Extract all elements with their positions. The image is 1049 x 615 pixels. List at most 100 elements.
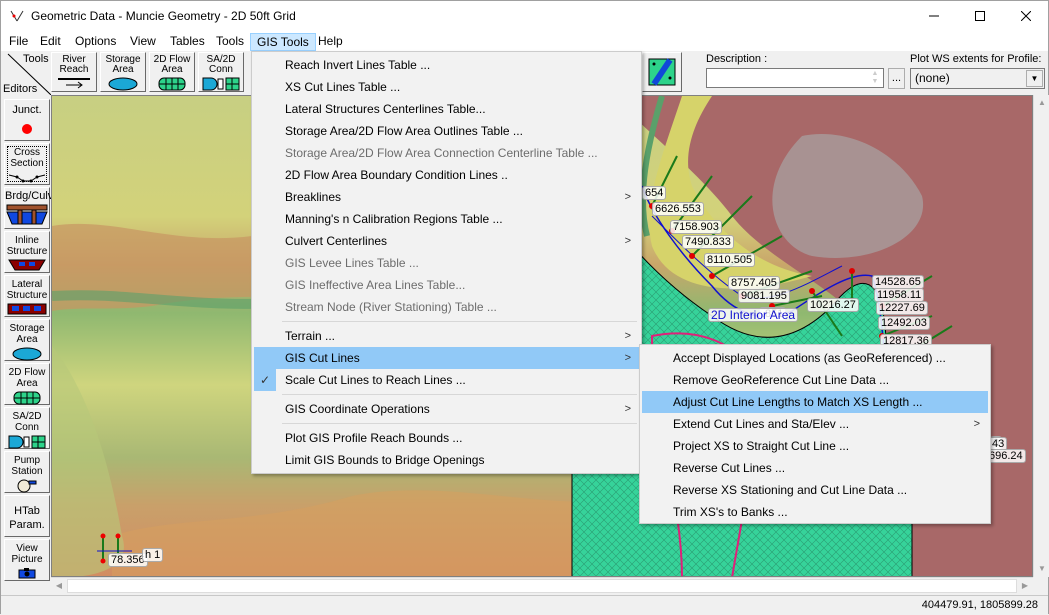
description-spinner[interactable]: ▲ ▼ <box>869 70 881 86</box>
menu-item-storage-area-outlines[interactable]: Storage Area/2D Flow Area Outlines Table… <box>254 120 639 142</box>
button-label: SA/2D <box>12 411 42 422</box>
menu-gis-tools[interactable]: GIS Tools <box>250 33 316 51</box>
submenu-item-trim-xs[interactable]: Trim XS's to Banks ... <box>642 501 988 523</box>
close-icon <box>1021 11 1031 21</box>
plot-ws-value: (none) <box>915 71 950 85</box>
menu-item-label: Scale Cut Lines to Reach Lines ... <box>285 373 466 387</box>
scroll-thumb[interactable] <box>67 579 1017 593</box>
reach-label: h 1 <box>142 548 164 562</box>
xs-point <box>100 533 106 539</box>
river-reach-button[interactable]: River Reach <box>51 52 97 92</box>
menu-item-2d-bc-lines[interactable]: 2D Flow Area Boundary Condition Lines .. <box>254 164 639 186</box>
menu-item-gis-coordinate-ops[interactable]: GIS Coordinate Operations > <box>254 398 639 420</box>
menu-item-label: GIS Levee Lines Table ... <box>285 256 419 270</box>
button-label: Structure <box>6 290 48 301</box>
submenu-item-extend-cut-lines[interactable]: Extend Cut Lines and Sta/Elev ... > <box>642 413 988 435</box>
sa-2d-conn-button[interactable]: SA/2D Conn <box>4 407 50 449</box>
submenu-item-accept-locations[interactable]: Accept Displayed Locations (as GeoRefere… <box>642 347 988 369</box>
menu-item-xs-cut-lines-table[interactable]: XS Cut Lines Table ... <box>254 76 639 98</box>
2d-flow-area-icon <box>13 391 41 405</box>
minimize-button[interactable] <box>911 1 957 31</box>
xs-label: 654 <box>642 186 667 200</box>
menu-item-label: Plot GIS Profile Reach Bounds ... <box>285 431 463 445</box>
button-label: Area <box>112 64 134 75</box>
submenu-arrow-icon: > <box>624 403 631 415</box>
description-input[interactable]: ▲ ▼ <box>706 68 884 88</box>
button-label: Picture <box>11 554 43 565</box>
menu-view[interactable]: View <box>124 33 162 51</box>
menu-item-reach-invert-lines[interactable]: Reach Invert Lines Table ... <box>254 54 639 76</box>
menu-item-sa-connection-centerline: Storage Area/2D Flow Area Connection Cen… <box>254 142 639 164</box>
xs-label: 8110.505 <box>704 253 756 267</box>
menu-options[interactable]: Options <box>69 33 122 51</box>
submenu-item-project-xs[interactable]: Project XS to Straight Cut Line ... <box>642 435 988 457</box>
scroll-down-icon[interactable]: ▼ <box>1034 561 1049 577</box>
htab-param-button[interactable]: HTab Param. <box>4 495 50 537</box>
junction-icon <box>22 124 32 134</box>
menu-item-scale-cut-lines[interactable]: ✓ Scale Cut Lines to Reach Lines ... <box>254 369 639 391</box>
inline-structure-icon <box>8 259 46 271</box>
sa-2d-conn-icon <box>8 435 46 449</box>
menu-tools[interactable]: Tools <box>210 33 250 51</box>
sa-2d-conn-tool-button[interactable]: SA/2D Conn <box>198 52 244 92</box>
menu-item-culvert-centerlines[interactable]: Culvert Centerlines > <box>254 230 639 252</box>
menu-tables[interactable]: Tables <box>164 33 211 51</box>
inline-structure-button[interactable]: Inline Structure <box>4 231 50 273</box>
horizontal-scrollbar[interactable]: ◀ ▶ <box>51 577 1033 594</box>
2d-flow-area-button[interactable]: 2D Flow Area <box>4 363 50 405</box>
storage-area-tool-button[interactable]: Storage Area <box>100 52 146 92</box>
2d-flow-area-tool-button[interactable]: 2D Flow Area <box>149 52 195 92</box>
close-button[interactable] <box>1003 1 1049 31</box>
menu-file[interactable]: File <box>3 33 34 51</box>
submenu-item-reverse-xs-stationing[interactable]: Reverse XS Stationing and Cut Line Data … <box>642 479 988 501</box>
menu-item-label: Reverse Cut Lines ... <box>673 461 786 475</box>
submenu-item-reverse-cut-lines[interactable]: Reverse Cut Lines ... <box>642 457 988 479</box>
submenu-item-adjust-cut-line-lengths[interactable]: Adjust Cut Line Lengths to Match XS Leng… <box>642 391 988 413</box>
gis-tools-menu: Reach Invert Lines Table ... XS Cut Line… <box>251 51 642 474</box>
scroll-up-icon[interactable]: ▲ <box>1034 95 1049 111</box>
coordinate-readout: 404479.91, 1805899.28 <box>921 599 1038 611</box>
vertical-scrollbar[interactable]: ▲ ▼ <box>1033 95 1049 577</box>
submenu-item-remove-georeference[interactable]: Remove GeoReference Cut Line Data ... <box>642 369 988 391</box>
xs-point <box>100 558 106 564</box>
lateral-structure-button[interactable]: Lateral Structure <box>4 275 50 317</box>
scroll-right-icon[interactable]: ▶ <box>1017 578 1033 594</box>
menu-item-label: GIS Ineffective Area Lines Table... <box>285 278 466 292</box>
menu-item-mannings-calibration[interactable]: Manning's n Calibration Regions Table ..… <box>254 208 639 230</box>
button-label: Brdg/Culv <box>5 190 54 202</box>
maximize-button[interactable] <box>957 1 1003 31</box>
menu-item-label: Culvert Centerlines <box>285 234 388 248</box>
menu-item-ineffective-area: GIS Ineffective Area Lines Table... <box>254 274 639 296</box>
menu-item-label: Limit GIS Bounds to Bridge Openings <box>285 453 485 467</box>
menu-item-terrain[interactable]: Terrain ... > <box>254 325 639 347</box>
menu-item-plot-gis-profile[interactable]: Plot GIS Profile Reach Bounds ... <box>254 427 639 449</box>
menu-item-gis-cut-lines[interactable]: GIS Cut Lines > <box>254 347 639 369</box>
dropdown-arrow-icon[interactable]: ▼ <box>1026 70 1043 87</box>
gis-cut-lines-submenu: Accept Displayed Locations (as GeoRefere… <box>639 344 991 524</box>
tools-editors-corner: Tools Editors <box>1 51 51 95</box>
gis-map-button[interactable] <box>642 52 682 92</box>
plot-ws-profile-select[interactable]: (none) ▼ <box>910 68 1045 89</box>
menu-edit[interactable]: Edit <box>34 33 67 51</box>
button-label: Structure <box>6 246 48 257</box>
bridge-culvert-button[interactable]: Brdg/Culv <box>4 187 54 229</box>
submenu-arrow-icon: > <box>624 352 631 364</box>
junction-button[interactable]: Junct. <box>4 99 50 141</box>
menu-item-limit-gis-bounds[interactable]: Limit GIS Bounds to Bridge Openings <box>254 449 639 471</box>
scroll-left-icon[interactable]: ◀ <box>51 578 67 594</box>
view-picture-button[interactable]: View Picture <box>4 539 50 581</box>
menu-item-breaklines[interactable]: Breaklines > <box>254 186 639 208</box>
xs-label: 11958.11 <box>874 288 925 302</box>
storage-area-icon <box>12 347 42 361</box>
cross-section-button[interactable]: Cross Section <box>4 143 50 185</box>
storage-area-button[interactable]: Storage Area <box>4 319 50 361</box>
status-bar: 404479.91, 1805899.28 <box>1 595 1048 615</box>
description-more-button[interactable]: ... <box>888 68 905 89</box>
menu-help[interactable]: Help <box>312 33 349 51</box>
button-label: Area <box>161 64 183 75</box>
button-label: 2D Flow <box>8 367 46 378</box>
pump-station-button[interactable]: Pump Station <box>4 451 50 493</box>
xs-label: 6626.553 <box>652 202 704 216</box>
title-bar: Geometric Data - Muncie Geometry - 2D 50… <box>1 1 1048 31</box>
menu-item-lateral-structures[interactable]: Lateral Structures Centerlines Table... <box>254 98 639 120</box>
